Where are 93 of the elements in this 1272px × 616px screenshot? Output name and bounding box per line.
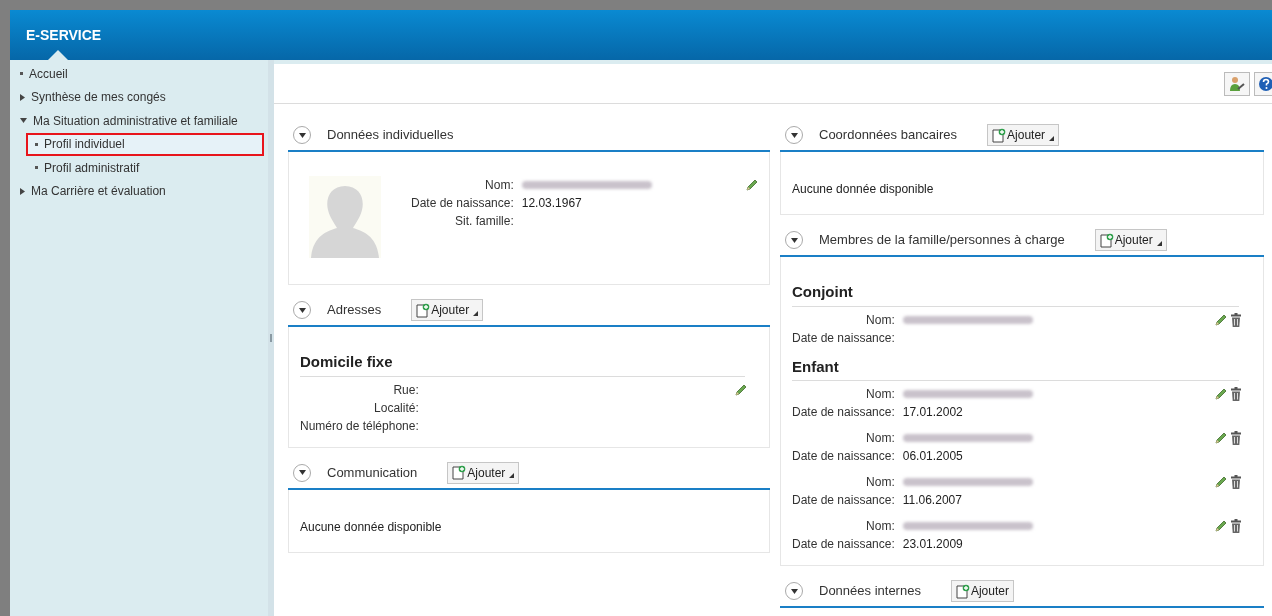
field-value: 23.01.2009 xyxy=(902,536,963,553)
bullet-icon xyxy=(35,166,38,170)
trash-icon xyxy=(1230,519,1242,533)
pencil-icon xyxy=(745,178,759,192)
field-label: Nom: xyxy=(865,474,895,491)
add-document-icon xyxy=(416,302,431,318)
group-heading: Conjoint xyxy=(792,281,1239,307)
caret-down-icon xyxy=(790,132,798,138)
section-title: Adresses xyxy=(327,301,382,320)
field-label: Date de naissance: xyxy=(792,404,895,421)
field-label: Sit. famille: xyxy=(454,213,514,230)
add-document-icon xyxy=(1099,232,1114,248)
field-value: 12.03.1967 xyxy=(521,195,582,212)
nav-item[interactable]: Profil administratif xyxy=(26,156,264,180)
section-title: Communication xyxy=(327,463,418,482)
nav-item[interactable]: Ma Situation administrative et familiale xyxy=(10,109,268,133)
collapse-toggle[interactable] xyxy=(785,126,803,144)
field-label: Date de naissance: xyxy=(792,448,895,465)
field-label: Date de naissance: xyxy=(792,329,895,347)
pencil-icon xyxy=(1214,312,1228,327)
field-label: Rue: xyxy=(392,381,419,399)
caret-down-icon xyxy=(790,588,798,594)
add-button[interactable]: Ajouter xyxy=(987,124,1060,146)
delete-button[interactable] xyxy=(1230,519,1242,533)
field-value: 06.01.2005 xyxy=(902,448,963,465)
help-icon xyxy=(1258,75,1272,92)
field-label: Date de naissance: xyxy=(411,195,514,212)
bullet-icon xyxy=(20,72,23,76)
group-heading: Enfant xyxy=(792,355,1239,381)
collapse-toggle[interactable] xyxy=(293,301,311,319)
field-value: 11.06.2007 xyxy=(902,492,962,509)
nav-item[interactable]: Accueil xyxy=(10,62,268,86)
add-document-icon xyxy=(452,465,467,480)
edit-button[interactable] xyxy=(1214,387,1228,401)
pencil-icon xyxy=(1214,431,1228,445)
field-label: Localité: xyxy=(373,399,419,417)
field-label: Nom: xyxy=(484,177,514,194)
field-label: Nom: xyxy=(865,518,895,535)
nav-item[interactable]: Ma Carrière et évaluation xyxy=(10,179,268,203)
trash-icon xyxy=(1230,431,1242,445)
help-button[interactable] xyxy=(1254,71,1272,96)
add-button[interactable]: Ajouter xyxy=(1094,229,1167,251)
person-wrench-icon xyxy=(1229,75,1245,92)
empty-message: Aucune donnée disponible xyxy=(300,519,442,534)
delete-button[interactable] xyxy=(1230,312,1242,327)
app-title: E-SERVICE xyxy=(26,25,102,45)
field-label: Date de naissance: xyxy=(792,536,895,553)
group-heading: Domicile fixe xyxy=(300,351,745,377)
trash-icon xyxy=(1230,475,1242,489)
field-label: Nom: xyxy=(865,430,895,447)
splitter-handle[interactable] xyxy=(268,60,274,616)
section-title: Membres de la famille/personnes à charge xyxy=(819,231,1065,250)
caret-down-icon xyxy=(298,307,306,313)
add-button[interactable]: Ajouter xyxy=(411,299,484,321)
caret-down-icon xyxy=(298,470,306,475)
pencil-icon xyxy=(1214,387,1228,401)
user-settings-button[interactable] xyxy=(1224,71,1250,96)
delete-button[interactable] xyxy=(1230,387,1242,401)
trash-icon xyxy=(1230,387,1242,401)
edit-button[interactable] xyxy=(1214,431,1228,445)
add-button[interactable]: Ajouter xyxy=(950,580,1014,602)
field-label: Numéro de téléphone: xyxy=(300,417,419,435)
field-label: Nom: xyxy=(865,311,895,329)
collapse-toggle[interactable] xyxy=(785,582,803,600)
collapse-toggle[interactable] xyxy=(293,463,311,482)
trash-icon xyxy=(1230,312,1242,327)
edit-button[interactable] xyxy=(734,382,748,397)
edit-button[interactable] xyxy=(1214,519,1228,533)
add-document-icon xyxy=(992,127,1007,143)
section-title: Données internes xyxy=(819,582,921,601)
edit-button[interactable] xyxy=(745,178,759,192)
nav-item[interactable]: Synthèse de mes congés xyxy=(10,85,268,109)
nav-item[interactable]: Profil individuel xyxy=(26,132,264,156)
delete-button[interactable] xyxy=(1230,475,1242,489)
section-title: Coordonnées bancaires xyxy=(819,126,958,145)
pencil-icon xyxy=(1214,519,1228,533)
collapse-toggle[interactable] xyxy=(785,231,803,249)
field-value: 17.01.2002 xyxy=(902,404,963,421)
add-button[interactable]: Ajouter xyxy=(447,461,520,484)
edit-button[interactable] xyxy=(1214,475,1228,489)
field-label: Nom: xyxy=(865,386,895,403)
delete-button[interactable] xyxy=(1230,431,1242,445)
caret-down-icon xyxy=(790,237,798,243)
pencil-icon xyxy=(1214,475,1228,489)
bullet-icon xyxy=(35,142,38,146)
collapse-toggle[interactable] xyxy=(293,126,311,144)
empty-message: Aucune donnée disponible xyxy=(792,182,934,196)
section-title: Données individuelles xyxy=(327,126,454,145)
pencil-icon xyxy=(734,382,748,397)
edit-button[interactable] xyxy=(1214,312,1228,327)
add-document-icon xyxy=(955,583,970,599)
caret-down-icon xyxy=(298,132,306,138)
field-label: Date de naissance: xyxy=(792,492,895,509)
